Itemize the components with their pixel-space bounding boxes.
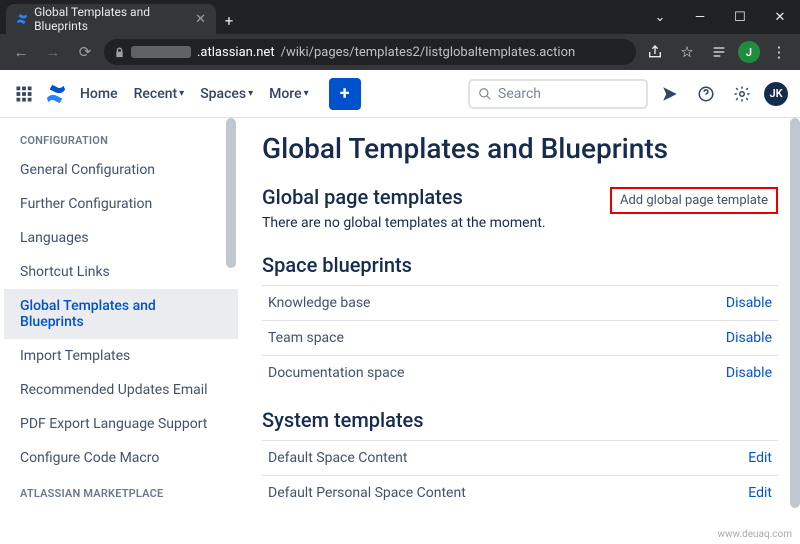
row-action-link[interactable]: Edit [748, 450, 772, 466]
space-blueprints-heading: Space blueprints [262, 253, 778, 277]
browser-tab[interactable]: Global Templates and Blueprints ✕ [6, 4, 216, 34]
kebab-menu-icon[interactable]: ⋮ [766, 39, 792, 65]
confluence-logo-icon[interactable] [44, 82, 68, 106]
url-path: /wiki/pages/templates2/listglobaltemplat… [281, 45, 576, 60]
url-input[interactable]: .atlassian.net /wiki/pages/templates2/li… [104, 39, 636, 65]
reading-list-icon[interactable] [706, 39, 732, 65]
row-name: Team space [268, 330, 344, 346]
row-name: Default Space Content [268, 450, 407, 466]
sidebar-item[interactable]: Global Templates and Blueprints [4, 289, 238, 339]
notifications-icon[interactable] [656, 80, 684, 108]
row-action-link[interactable]: Disable [726, 295, 772, 311]
table-row: Documentation space Disable [262, 355, 778, 390]
sidebar-item[interactable]: Import Templates [4, 339, 238, 373]
row-action-link[interactable]: Edit [748, 485, 772, 501]
row-action-link[interactable]: Disable [726, 365, 772, 381]
user-avatar[interactable]: JK [764, 82, 788, 106]
sidebar: CONFIGURATION General ConfigurationFurth… [0, 118, 238, 544]
app-switcher-icon[interactable] [12, 82, 36, 106]
browser-titlebar: Global Templates and Blueprints ✕ + ⌄ ― … [0, 0, 800, 34]
search-icon [478, 87, 492, 101]
star-icon[interactable]: ☆ [674, 39, 700, 65]
sidebar-item[interactable]: Further Configuration [4, 187, 238, 221]
url-blurred-subdomain [131, 46, 191, 58]
nav-spaces[interactable]: Spaces▾ [196, 82, 257, 106]
sidebar-item[interactable]: Shortcut Links [4, 255, 238, 289]
help-icon[interactable] [692, 80, 720, 108]
lock-icon [114, 47, 125, 58]
close-icon[interactable]: ✕ [195, 12, 206, 27]
share-icon[interactable] [642, 39, 668, 65]
main-scrollbar[interactable] [788, 118, 800, 544]
page-title: Global Templates and Blueprints [262, 132, 778, 165]
create-button[interactable]: + [329, 78, 361, 110]
confluence-favicon-icon [16, 12, 28, 26]
row-name: Default Personal Space Content [268, 485, 466, 501]
tab-title: Global Templates and Blueprints [34, 5, 183, 33]
chevron-down-icon: ▾ [248, 88, 253, 99]
sidebar-item[interactable]: Recommended Updates Email [4, 373, 238, 407]
system-templates-heading: System templates [262, 408, 778, 432]
back-icon[interactable]: ← [8, 39, 34, 65]
search-input[interactable]: Search [468, 79, 648, 109]
row-name: Knowledge base [268, 295, 370, 311]
row-name: Documentation space [268, 365, 404, 381]
forward-icon[interactable]: → [40, 39, 66, 65]
browser-address-bar: ← → ⟳ .atlassian.net /wiki/pages/templat… [0, 34, 800, 70]
profile-avatar[interactable]: J [738, 41, 760, 63]
sidebar-item[interactable]: General Configuration [4, 153, 238, 187]
chevron-down-icon: ▾ [179, 88, 184, 99]
nav-more[interactable]: More▾ [265, 82, 313, 106]
sidebar-item[interactable]: Languages [4, 221, 238, 255]
app-header: Home Recent▾ Spaces▾ More▾ + Search JK [0, 70, 800, 118]
watermark: www.deuaq.com [718, 529, 793, 540]
close-window-icon[interactable]: ✕ [760, 0, 800, 34]
reload-icon[interactable]: ⟳ [72, 39, 98, 65]
table-row: Default Personal Space Content Edit [262, 475, 778, 510]
table-row: Team space Disable [262, 320, 778, 355]
nav-home[interactable]: Home [76, 82, 122, 106]
new-tab-button[interactable]: + [216, 8, 242, 34]
gear-icon[interactable] [728, 80, 756, 108]
table-row: Default Space Content Edit [262, 440, 778, 475]
sidebar-item[interactable]: PDF Export Language Support [4, 407, 238, 441]
sidebar-item[interactable]: Configure Code Macro [4, 441, 238, 475]
url-domain: .atlassian.net [197, 45, 275, 60]
sidebar-scrollbar[interactable] [224, 118, 238, 544]
main-content: Global Templates and Blueprints Global p… [238, 118, 800, 544]
add-global-page-template-button[interactable]: Add global page template [610, 187, 778, 214]
minimize-icon[interactable]: ― [680, 0, 720, 34]
sidebar-section-configuration: CONFIGURATION [4, 128, 238, 153]
empty-state-text: There are no global templates at the mom… [262, 215, 778, 231]
global-templates-heading: Global page templates [262, 185, 463, 209]
row-action-link[interactable]: Disable [726, 330, 772, 346]
chevron-down-icon: ▾ [304, 88, 309, 99]
maximize-icon[interactable]: ☐ [720, 0, 760, 34]
nav-recent[interactable]: Recent▾ [130, 82, 189, 106]
table-row: Knowledge base Disable [262, 285, 778, 320]
sidebar-section-marketplace: ATLASSIAN MARKETPLACE [4, 481, 238, 506]
caret-down-icon[interactable]: ⌄ [640, 0, 680, 34]
